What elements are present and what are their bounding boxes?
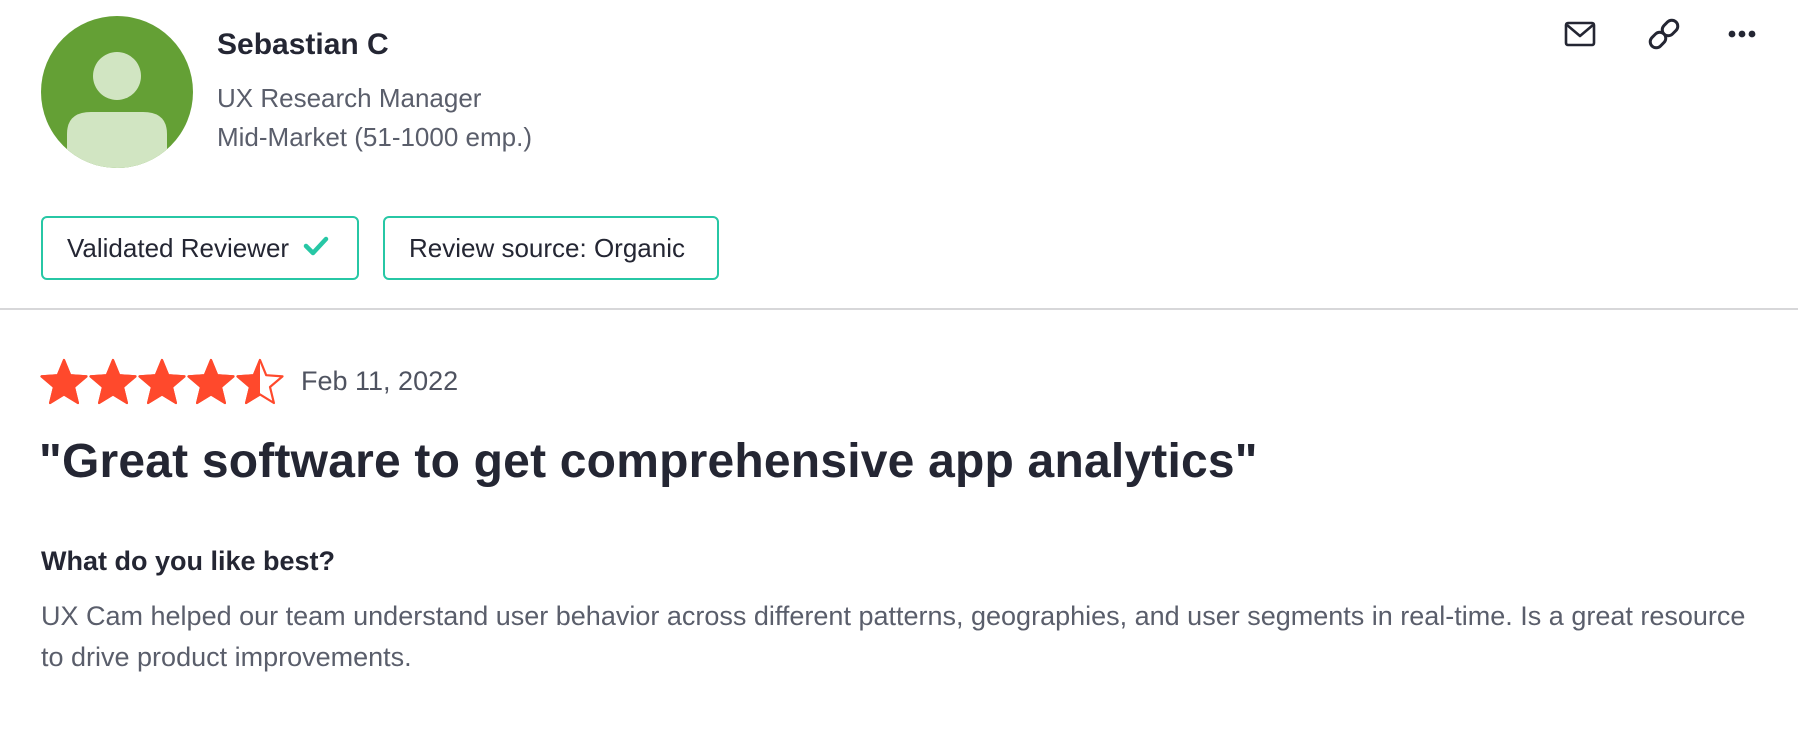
review-source-badge[interactable]: Review source: Organic xyxy=(383,216,719,280)
review-source-label: Review source: Organic xyxy=(409,232,685,263)
check-icon xyxy=(303,233,329,264)
reviewer-title: UX Research Manager xyxy=(217,83,482,113)
envelope-icon[interactable] xyxy=(1560,14,1600,54)
review-question: What do you like best? xyxy=(41,546,336,576)
validated-reviewer-badge[interactable]: Validated Reviewer xyxy=(41,216,359,280)
reviewer-name[interactable]: Sebastian C xyxy=(217,28,389,62)
validated-reviewer-label: Validated Reviewer xyxy=(67,232,290,263)
star-half-icon xyxy=(236,358,284,406)
review-headline: "Great software to get comprehensive app… xyxy=(39,435,1258,488)
star-full-icon xyxy=(40,358,88,406)
star-full-icon xyxy=(138,358,186,406)
review-date: Feb 11, 2022 xyxy=(301,366,459,396)
reviewer-segment: Mid-Market (51-1000 emp.) xyxy=(217,122,532,152)
section-divider xyxy=(0,308,1798,310)
star-full-icon xyxy=(89,358,137,406)
user-silhouette-icon xyxy=(67,52,167,168)
avatar xyxy=(41,16,193,168)
link-icon[interactable] xyxy=(1644,14,1684,54)
star-full-icon xyxy=(187,358,235,406)
review-answer: UX Cam helped our team understand user b… xyxy=(41,601,1746,672)
more-icon[interactable] xyxy=(1722,14,1762,54)
